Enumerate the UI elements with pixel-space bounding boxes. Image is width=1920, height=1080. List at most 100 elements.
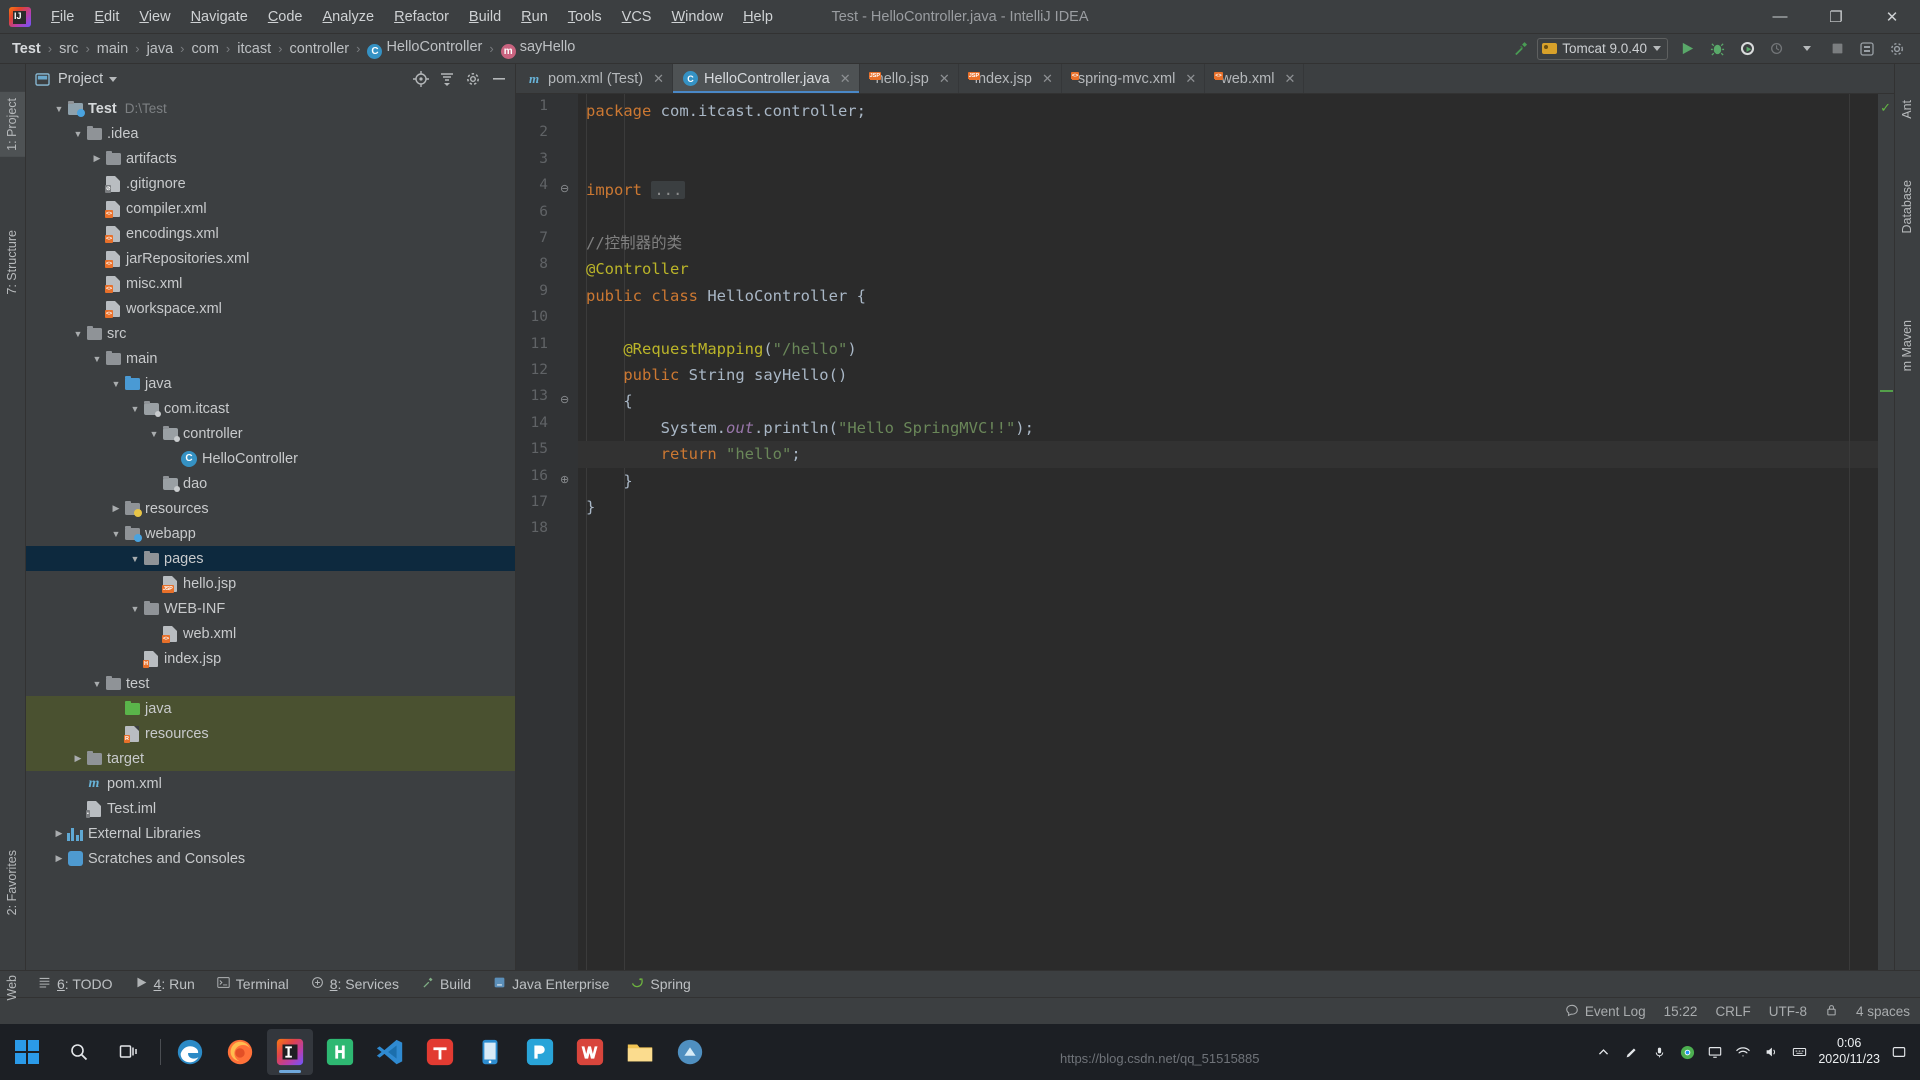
taskbar-wps-icon[interactable] [567, 1029, 613, 1075]
chevron-right-icon[interactable]: ▶ [52, 828, 66, 839]
tree-node-misc-xml[interactable]: <> misc.xml [26, 271, 515, 296]
locate-icon[interactable] [411, 69, 431, 89]
tree-node--gitignore[interactable]: ⊘ .gitignore [26, 171, 515, 196]
chevron-down-icon[interactable]: ▼ [109, 529, 123, 539]
taskbar-search-button[interactable] [54, 1024, 104, 1080]
menu-item-view[interactable]: View [129, 5, 180, 29]
chevron-right-icon[interactable]: ▶ [71, 753, 85, 764]
gear-icon[interactable] [463, 69, 483, 89]
close-icon[interactable]: ✕ [840, 71, 851, 87]
build-icon[interactable] [1507, 38, 1533, 60]
editor-tab-spring-mvc-xml[interactable]: <> spring-mvc.xml ✕ [1062, 64, 1206, 93]
breadcrumb-item-test[interactable]: Test [8, 39, 45, 59]
settings-icon[interactable] [1884, 38, 1910, 60]
breadcrumb-item-com[interactable]: com [188, 39, 223, 59]
notifications-icon[interactable] [1890, 1043, 1908, 1061]
tree-node-java[interactable]: ▼ java [26, 371, 515, 396]
tree-node-com-itcast[interactable]: ▼ com.itcast [26, 396, 515, 421]
bottom-tool-4--run[interactable]: 4: Run [135, 976, 195, 992]
tree-node-main[interactable]: ▼ main [26, 346, 515, 371]
chevron-down-icon[interactable]: ▼ [109, 379, 123, 389]
mic-icon[interactable] [1650, 1043, 1668, 1061]
spring-bean-gutter-icon[interactable] [556, 288, 571, 303]
network-icon[interactable] [1734, 1043, 1752, 1061]
search-everywhere-icon[interactable] [1854, 38, 1880, 60]
taskbar-clock[interactable]: 0:06 2020/11/23 [1818, 1036, 1880, 1067]
close-icon[interactable]: ✕ [1284, 71, 1295, 87]
encoding[interactable]: UTF-8 [1769, 1004, 1807, 1019]
menu-item-tools[interactable]: Tools [558, 5, 612, 29]
run-icon[interactable] [1674, 38, 1700, 60]
pen-icon[interactable] [1622, 1043, 1640, 1061]
tree-node-encodings-xml[interactable]: <> encodings.xml [26, 221, 515, 246]
tree-node-workspace-xml[interactable]: <> workspace.xml [26, 296, 515, 321]
chevron-down-icon[interactable]: ▼ [90, 679, 104, 689]
bottom-tool-terminal[interactable]: Terminal [217, 976, 289, 992]
tree-node-index-jsp[interactable]: Hindex.jsp [26, 646, 515, 671]
tree-node-pages[interactable]: ▼ pages [26, 546, 515, 571]
tool-window-tab-favorites[interactable]: 2: Favorites [0, 844, 25, 921]
line-separator[interactable]: CRLF [1715, 1004, 1750, 1019]
hide-icon[interactable] [489, 69, 509, 89]
bottom-tool-8--services[interactable]: 8: Services [311, 976, 399, 992]
menu-item-window[interactable]: Window [661, 5, 733, 29]
editor-tab-index-jsp[interactable]: JSP index.jsp ✕ [959, 64, 1062, 93]
tree-node-src[interactable]: ▼ src [26, 321, 515, 346]
task-view-button[interactable] [104, 1024, 154, 1080]
taskbar-vscode-icon[interactable] [367, 1029, 413, 1075]
debug-icon[interactable] [1704, 38, 1730, 60]
breadcrumb-item-src[interactable]: src [55, 39, 82, 59]
taskbar-hbuilder-icon[interactable] [317, 1029, 363, 1075]
tree-node-artifacts[interactable]: ▶ artifacts [26, 146, 515, 171]
close-icon[interactable]: ✕ [939, 71, 950, 87]
fold-toggle-icon[interactable]: ⊖ [560, 182, 569, 195]
taskbar-firefox-icon[interactable] [217, 1029, 263, 1075]
project-tree[interactable]: ▼ Test D:\Test ▼ .idea ▶ artifacts ⊘ .gitignore <… [26, 94, 515, 970]
collapse-all-icon[interactable] [437, 69, 457, 89]
tree-node-controller[interactable]: ▼ controller [26, 421, 515, 446]
chevron-down-icon[interactable]: ▼ [52, 104, 66, 114]
run-configuration-selector[interactable]: Tomcat 9.0.40 [1537, 37, 1668, 60]
chevron-down-icon[interactable]: ▼ [147, 429, 161, 439]
editor-tab-web-xml[interactable]: <> web.xml ✕ [1205, 64, 1305, 93]
breadcrumb-item-itcast[interactable]: itcast [233, 39, 275, 59]
run-with-coverage-icon[interactable] [1734, 38, 1760, 60]
menu-item-code[interactable]: Code [258, 5, 313, 29]
tree-node-hello-jsp[interactable]: JSP hello.jsp [26, 571, 515, 596]
tree-node-pom-xml[interactable]: m pom.xml [26, 771, 515, 796]
chevron-down-icon[interactable]: ▼ [128, 554, 142, 564]
bottom-tool-6--todo[interactable]: 6: TODO [38, 976, 113, 992]
indent-setting[interactable]: 4 spaces [1856, 1004, 1910, 1019]
tree-node-test[interactable]: ▼ Test D:\Test [26, 96, 515, 121]
chevron-right-icon[interactable]: ▶ [90, 153, 104, 164]
tree-node--idea[interactable]: ▼ .idea [26, 121, 515, 146]
tree-node-web-inf[interactable]: ▼ WEB-INF [26, 596, 515, 621]
taskbar-photoshop-icon[interactable] [517, 1029, 563, 1075]
ime-icon[interactable] [1790, 1043, 1808, 1061]
chevron-down-icon[interactable]: ▼ [90, 354, 104, 364]
editor-gutter[interactable]: 1 2 3 4 ⊖ 6 7 8 9 10 11 12 13 ⊖ 14 15 16 ⊕ 17 18 [516, 94, 578, 970]
tree-node-web-xml[interactable]: <> web.xml [26, 621, 515, 646]
breadcrumb-item-java[interactable]: java [143, 39, 178, 59]
tool-window-tab-structure[interactable]: 7: Structure [0, 224, 25, 301]
bottom-tool-build[interactable]: Build [421, 976, 471, 992]
menu-item-run[interactable]: Run [511, 5, 558, 29]
chevron-up-icon[interactable] [1594, 1043, 1612, 1061]
taskbar-intellij-idea-icon[interactable] [267, 1029, 313, 1075]
tree-node-compiler-xml[interactable]: <> compiler.xml [26, 196, 515, 221]
profiler-icon[interactable] [1764, 38, 1790, 60]
breadcrumb-item-sayhello[interactable]: m sayHello [497, 37, 580, 61]
tree-node-hellocontroller[interactable]: C HelloController [26, 446, 515, 471]
menu-item-vcs[interactable]: VCS [612, 5, 662, 29]
tree-node-resources[interactable]: ▶ resources [26, 496, 515, 521]
taskbar-emulator-icon[interactable] [467, 1029, 513, 1075]
stop-icon[interactable] [1824, 38, 1850, 60]
code-editor[interactable]: 1 2 3 4 ⊖ 6 7 8 9 10 11 12 13 ⊖ 14 15 16 ⊕ 17 18 package co… [516, 94, 1894, 970]
chevron-down-icon[interactable] [109, 76, 118, 82]
tool-window-tab-web[interactable]: Web [0, 969, 25, 1006]
tree-node-external-libraries[interactable]: ▶ External Libraries [26, 821, 515, 846]
volume-icon[interactable] [1762, 1043, 1780, 1061]
chevron-down-icon[interactable]: ▼ [71, 129, 85, 139]
error-stripe[interactable]: ✓ [1878, 94, 1894, 970]
tree-node-test[interactable]: ▼ test [26, 671, 515, 696]
